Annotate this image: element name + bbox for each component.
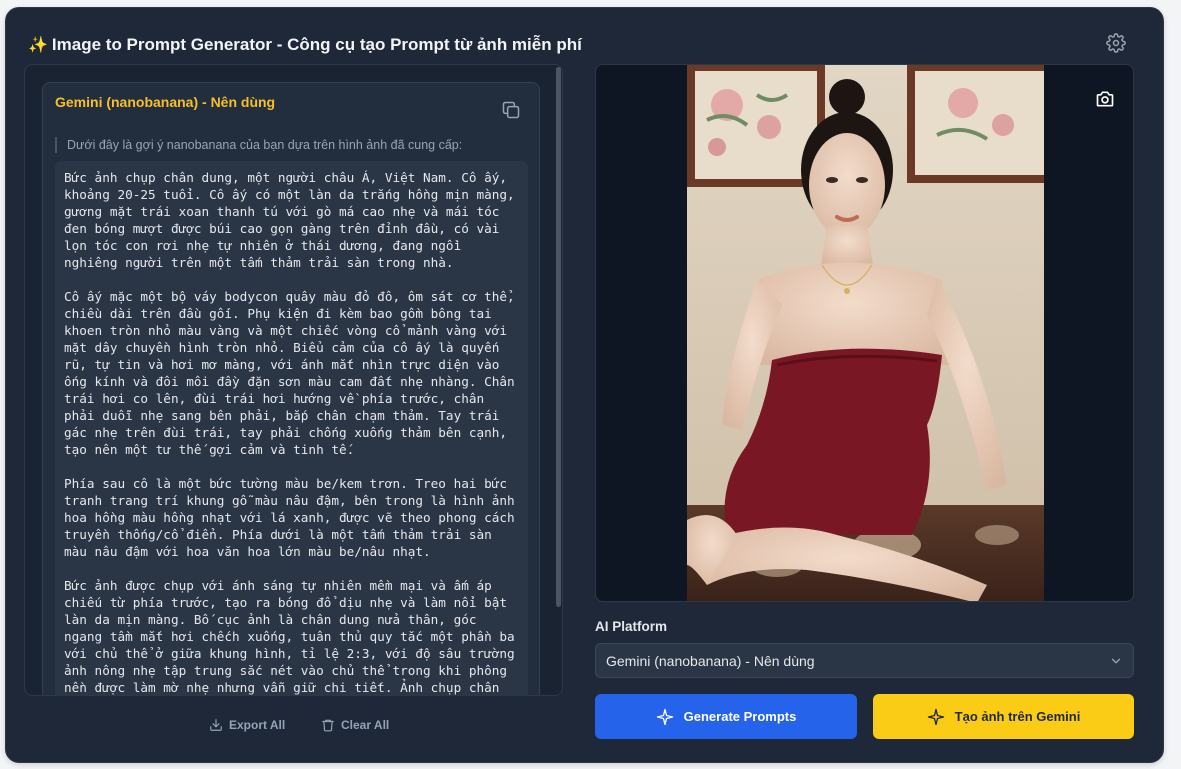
page-title: ✨ Image to Prompt Generator - Công cụ tạ… (28, 35, 582, 55)
scrollbar-thumb[interactable] (556, 67, 561, 607)
sparkles-icon: ✨ (28, 37, 48, 54)
prompt-text[interactable]: Bức ảnh chụp chân dung, một người châu Á… (55, 161, 528, 695)
portrait-photo (687, 65, 1044, 601)
camera-button[interactable] (1093, 87, 1117, 111)
clear-all-button[interactable]: Clear All (321, 718, 389, 732)
result-card-title: Gemini (nanobanana) - Nên dùng (55, 94, 276, 110)
platform-select[interactable]: Gemini (nanobanana) - Nên dùng (595, 643, 1134, 678)
sparkle-icon (927, 708, 944, 725)
platform-label: AI Platform (595, 619, 668, 634)
gear-icon (1106, 33, 1126, 53)
clear-all-label: Clear All (341, 718, 390, 732)
create-on-gemini-button[interactable]: Tạo ảnh trên Gemini (873, 694, 1134, 739)
platform-select-value: Gemini (nanobanana) - Nên dùng (606, 652, 815, 669)
generate-prompts-button[interactable]: Generate Prompts (595, 694, 857, 739)
download-icon (210, 719, 222, 731)
copy-button[interactable] (500, 99, 522, 121)
trash-icon (322, 719, 334, 732)
camera-icon (1096, 91, 1114, 107)
export-all-button[interactable]: Export All (209, 718, 285, 732)
image-preview[interactable] (595, 64, 1134, 602)
chevron-down-icon (1111, 658, 1121, 664)
settings-button[interactable] (1104, 31, 1128, 55)
export-all-label: Export All (229, 718, 286, 732)
result-intro: Dưới đây là gợi ý nanobanana của bạn dựa… (55, 137, 462, 153)
create-on-gemini-label: Tạo ảnh trên Gemini (954, 709, 1081, 724)
sparkle-icon (656, 708, 673, 725)
results-panel[interactable]: Gemini (nanobanana) - Nên dùng Dưới đây … (24, 64, 563, 696)
result-card: Gemini (nanobanana) - Nên dùng Dưới đây … (42, 82, 540, 695)
copy-icon (502, 101, 520, 119)
generate-prompts-label: Generate Prompts (683, 709, 797, 724)
page-title-text: Image to Prompt Generator - Công cụ tạo … (51, 35, 582, 54)
